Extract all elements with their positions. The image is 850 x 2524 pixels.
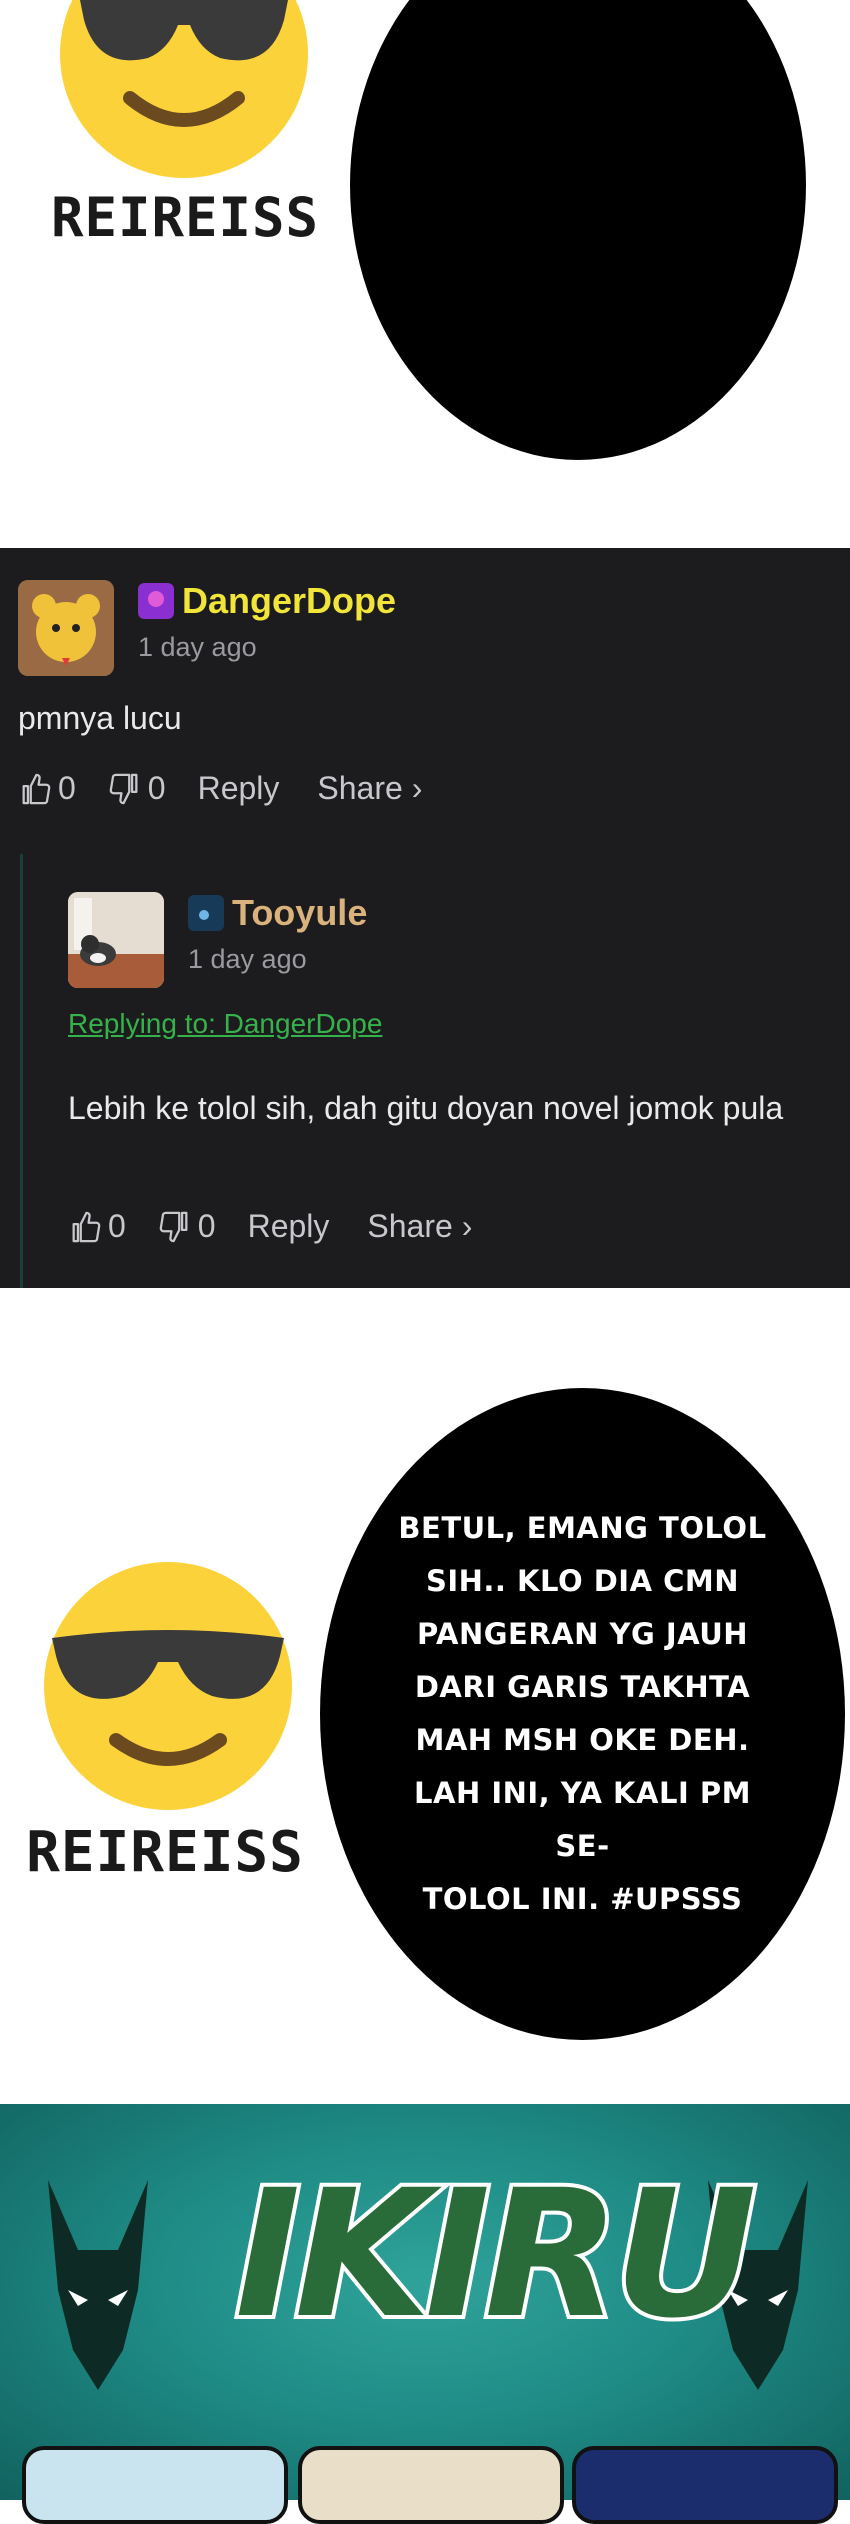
- like-count: 0: [108, 1208, 126, 1244]
- comment-header: DangerDope 1 day ago: [18, 580, 396, 676]
- reply-button[interactable]: Reply: [248, 1208, 330, 1245]
- reply-username[interactable]: Tooyule: [232, 892, 367, 934]
- ikiru-logo: IKIRU: [231, 2151, 761, 2359]
- bear-avatar-icon: [18, 580, 114, 676]
- manga-panel-middle: REIREISS BETUL, EMANG TOLOL SIH.. KLO DI…: [0, 1288, 850, 2104]
- bubble-line: MAH MSH OKE DEH.: [415, 1723, 750, 1757]
- dislike-button[interactable]: 0: [158, 1208, 216, 1245]
- bubble-line: DARI GARIS TAKHTA: [414, 1670, 751, 1704]
- manga-cover-card[interactable]: [572, 2446, 838, 2524]
- manga-panel-top: REIREISS: [0, 0, 850, 548]
- comment-timestamp: 1 day ago: [138, 632, 257, 662]
- reply-header: Tooyule 1 day ago: [68, 892, 367, 988]
- speech-bubble: [350, 0, 806, 460]
- reply-actions: 0 0 Reply Share ›: [68, 1208, 504, 1245]
- dislike-button[interactable]: 0: [108, 770, 166, 807]
- reply-text: Lebih ke tolol sih, dah gitu doyan novel…: [68, 1090, 784, 1126]
- emoji-label: REIREISS: [26, 1820, 304, 1885]
- reply-timestamp: 1 day ago: [188, 944, 307, 974]
- speech-bubble-text: BETUL, EMANG TOLOL SIH.. KLO DIA CMN PAN…: [383, 1502, 783, 1926]
- sunglasses-emoji: [44, 1562, 292, 1810]
- reply-thread-line: [20, 854, 23, 1288]
- emoji-label: REIREISS: [50, 186, 320, 249]
- user-badge-icon: [138, 583, 174, 619]
- speech-bubble: BETUL, EMANG TOLOL SIH.. KLO DIA CMN PAN…: [320, 1388, 845, 2040]
- comment-text: pmnya lucu: [18, 700, 182, 736]
- like-button[interactable]: 0: [68, 1208, 126, 1245]
- bubble-line: LAH INI, YA KALI PM SE-: [414, 1776, 751, 1863]
- thumbs-up-icon: [22, 773, 51, 804]
- dislike-count: 0: [197, 1208, 216, 1244]
- sunglasses-emoji: [60, 0, 308, 178]
- comment-section: DangerDope 1 day ago pmnya lucu 0 0 Repl…: [0, 548, 850, 1288]
- like-count: 0: [58, 770, 76, 806]
- user-badge-icon: [188, 895, 224, 931]
- sunglasses-icon: [52, 1630, 284, 1766]
- manga-cover-card[interactable]: [298, 2446, 564, 2524]
- thumbs-up-icon: [72, 1211, 101, 1242]
- cat-avatar-icon: [68, 892, 164, 988]
- share-button[interactable]: Share ›: [367, 1208, 472, 1245]
- like-button[interactable]: 0: [18, 770, 76, 807]
- dislike-count: 0: [147, 770, 166, 806]
- avatar[interactable]: [68, 892, 164, 988]
- reply-button[interactable]: Reply: [198, 770, 280, 807]
- bubble-line: TOLOL INI. #UPSSS: [422, 1882, 743, 1916]
- bubble-line: PANGERAN YG JAUH: [416, 1617, 749, 1651]
- replying-to-link[interactable]: Replying to: DangerDope: [68, 1008, 382, 1040]
- bubble-line: BETUL, EMANG TOLOL: [398, 1511, 767, 1545]
- jackal-head-icon: [48, 2180, 148, 2390]
- share-button[interactable]: Share ›: [317, 770, 422, 807]
- comment-username[interactable]: DangerDope: [182, 580, 396, 622]
- manga-cover-card[interactable]: [22, 2446, 288, 2524]
- sunglasses-icon: [80, 0, 288, 127]
- thumbs-down-icon: [159, 1211, 188, 1242]
- avatar[interactable]: [18, 580, 114, 676]
- bubble-line: SIH.. KLO DIA CMN: [425, 1564, 740, 1598]
- comment-actions: 0 0 Reply Share ›: [18, 770, 454, 807]
- thumbs-down-icon: [109, 773, 138, 804]
